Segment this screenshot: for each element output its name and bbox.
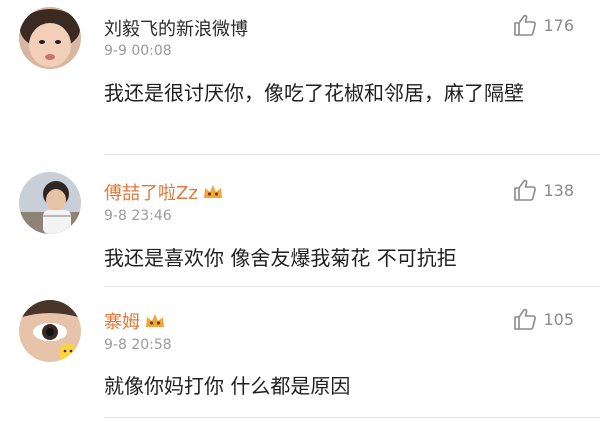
comment-item: 刘毅飞的新浪微博 9-9 00:08 我还是很讨厌你，像吃了花椒和邻居，麻了隔壁… <box>0 0 600 155</box>
comment-text: 就像你妈打你 什么都是原因 <box>104 374 351 398</box>
divider <box>104 417 600 418</box>
avatar-image <box>19 7 81 69</box>
thumbs-up-icon <box>514 179 537 201</box>
avatar-image <box>19 172 81 234</box>
avatar-image <box>19 300 81 362</box>
comment-username[interactable]: 刘毅飞的新浪微博 <box>104 15 248 41</box>
vip-crown-icon <box>144 312 166 330</box>
avatar[interactable] <box>19 7 81 69</box>
avatar[interactable] <box>19 300 81 362</box>
comment-item: 傅喆了啦Zz 9-8 23:46 我还是喜欢你 像舍友爆我菊花 不可抗拒 138 <box>0 155 600 287</box>
comment-item: 寨姆 9-8 20:58 就像你妈打你 什么都是原因 105 <box>0 286 600 422</box>
avatar[interactable] <box>19 172 81 234</box>
like-button[interactable]: 138 <box>513 179 574 201</box>
like-count: 138 <box>543 180 574 200</box>
comment-username[interactable]: 寨姆 <box>104 308 166 334</box>
comment-time: 9-9 00:08 <box>104 43 172 59</box>
like-button[interactable]: 176 <box>513 14 574 36</box>
comment-text: 我还是很讨厌你，像吃了花椒和邻居，麻了隔壁 <box>104 81 524 105</box>
username-text: 寨姆 <box>104 312 140 333</box>
like-count: 105 <box>543 309 574 329</box>
thumbs-up-icon <box>514 14 537 36</box>
like-count: 176 <box>543 15 574 35</box>
thumbs-up-icon <box>514 308 537 330</box>
comment-username[interactable]: 傅喆了啦Zz <box>104 179 224 205</box>
comment-time: 9-8 23:46 <box>104 208 172 224</box>
username-text: 傅喆了啦Zz <box>104 183 198 204</box>
comment-time: 9-8 20:58 <box>104 337 172 353</box>
username-text: 刘毅飞的新浪微博 <box>104 19 248 40</box>
vip-crown-icon <box>202 183 224 201</box>
like-button[interactable]: 105 <box>513 308 574 330</box>
comment-text: 我还是喜欢你 像舍友爆我菊花 不可抗拒 <box>104 246 457 270</box>
